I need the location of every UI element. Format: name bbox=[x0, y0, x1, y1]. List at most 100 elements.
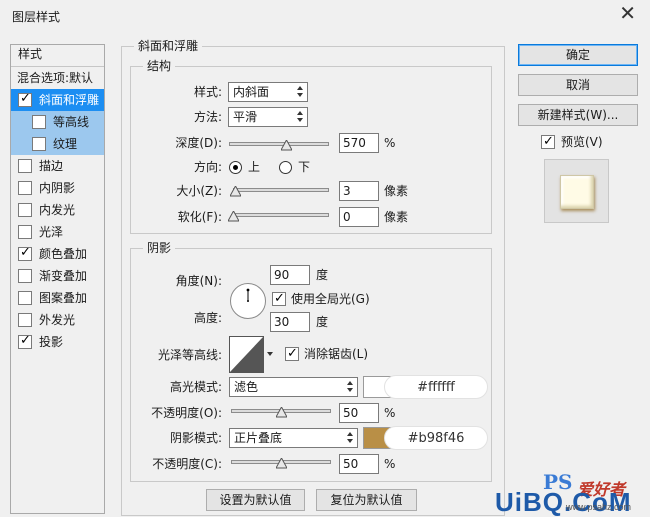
depth-unit: % bbox=[384, 136, 396, 150]
ok-button[interactable]: 确定 bbox=[518, 44, 638, 66]
shadow-mode-select[interactable]: 正片叠底 bbox=[229, 428, 358, 448]
style-item-checkbox[interactable] bbox=[18, 159, 32, 173]
style-item-checkbox[interactable] bbox=[18, 269, 32, 283]
slider-thumb-icon[interactable] bbox=[276, 458, 287, 469]
style-item-checkbox[interactable] bbox=[18, 291, 32, 305]
style-item-label: 描边 bbox=[39, 159, 64, 173]
style-item-checkbox[interactable] bbox=[18, 90, 32, 108]
style-item-checkbox[interactable] bbox=[18, 313, 32, 327]
slider-thumb-icon[interactable] bbox=[281, 140, 292, 151]
global-light-label[interactable]: 使用全局光(G) bbox=[291, 289, 370, 309]
depth-input[interactable]: 570 bbox=[339, 133, 379, 153]
contour-curve-icon bbox=[229, 336, 273, 373]
style-item[interactable]: 颜色叠加 bbox=[11, 243, 104, 265]
soften-slider[interactable] bbox=[228, 209, 329, 223]
title-bar: 图层样式 ✕ bbox=[0, 0, 650, 32]
style-item[interactable]: 内发光 bbox=[11, 199, 104, 221]
style-item-label: 投影 bbox=[39, 335, 64, 349]
style-item-label: 光泽 bbox=[39, 225, 64, 239]
style-item-label: 渐变叠加 bbox=[39, 269, 88, 283]
slider-thumb-icon[interactable] bbox=[229, 186, 241, 197]
style-item[interactable]: 内阴影 bbox=[11, 177, 104, 199]
style-item-label: 颜色叠加 bbox=[39, 247, 88, 261]
highlight-opacity-slider[interactable] bbox=[231, 405, 331, 419]
shadow-opacity-slider[interactable] bbox=[231, 456, 331, 470]
direction-label: 方向: bbox=[193, 160, 222, 174]
styles-list: 样式 混合选项:默认 斜面和浮雕等高线纹理描边内阴影内发光光泽颜色叠加渐变叠加图… bbox=[10, 44, 105, 514]
size-label: 大小(Z): bbox=[176, 184, 222, 198]
highlight-mode-select[interactable]: 滤色 bbox=[229, 377, 358, 397]
preview-checkbox[interactable] bbox=[541, 133, 555, 151]
cancel-button[interactable]: 取消 bbox=[518, 74, 638, 96]
size-unit: 像素 bbox=[384, 184, 409, 198]
style-item[interactable]: 外发光 bbox=[11, 309, 104, 331]
size-slider[interactable] bbox=[229, 184, 329, 198]
close-icon[interactable]: ✕ bbox=[619, 3, 636, 23]
gloss-contour-picker[interactable] bbox=[229, 336, 273, 374]
direction-down-radio[interactable] bbox=[279, 161, 292, 174]
style-item[interactable]: 描边 bbox=[11, 155, 104, 177]
style-item[interactable]: 等高线 bbox=[11, 111, 104, 133]
highlight-opacity-input[interactable]: 50 bbox=[339, 403, 379, 423]
angle-label: 角度(N): bbox=[175, 274, 222, 288]
slider-thumb-icon[interactable] bbox=[276, 407, 287, 418]
global-light-checkbox[interactable] bbox=[272, 290, 286, 308]
style-item-checkbox[interactable] bbox=[18, 203, 32, 217]
shadow-opacity-input[interactable]: 50 bbox=[339, 454, 379, 474]
soften-unit: 像素 bbox=[384, 210, 409, 224]
style-item-label: 斜面和浮雕 bbox=[39, 93, 100, 107]
preview-label[interactable]: 预览(V) bbox=[561, 132, 603, 152]
technique-label: 方法: bbox=[193, 110, 222, 124]
dialog-title: 图层样式 bbox=[12, 10, 61, 24]
highlight-opacity-unit: % bbox=[384, 406, 396, 420]
direction-up-label[interactable]: 上 bbox=[248, 157, 260, 177]
style-item-label: 外发光 bbox=[39, 313, 76, 327]
anti-alias-label[interactable]: 消除锯齿(L) bbox=[304, 344, 368, 364]
style-item-checkbox[interactable] bbox=[18, 181, 32, 195]
depth-label: 深度(D): bbox=[175, 136, 222, 150]
style-select[interactable]: 内斜面 bbox=[228, 82, 308, 102]
technique-select[interactable]: 平滑 bbox=[228, 107, 308, 127]
style-item[interactable]: 投影 bbox=[11, 331, 104, 353]
shadow-opacity-unit: % bbox=[384, 457, 396, 471]
size-input[interactable]: 3 bbox=[339, 181, 379, 201]
style-item[interactable]: 图案叠加 bbox=[11, 287, 104, 309]
direction-up-radio[interactable] bbox=[229, 161, 242, 174]
style-item-checkbox[interactable] bbox=[32, 115, 46, 129]
highlight-mode-label: 高光模式: bbox=[169, 380, 222, 394]
slider-thumb-icon[interactable] bbox=[228, 211, 239, 222]
blend-options-item[interactable]: 混合选项:默认 bbox=[11, 67, 104, 89]
soften-input[interactable]: 0 bbox=[339, 207, 379, 227]
style-item-checkbox[interactable] bbox=[18, 225, 32, 239]
direction-down-label[interactable]: 下 bbox=[298, 157, 310, 177]
altitude-label: 高度: bbox=[193, 311, 222, 325]
set-default-button[interactable]: 设置为默认值 bbox=[206, 489, 305, 511]
shadow-opacity-label: 不透明度(C): bbox=[152, 457, 222, 471]
shadow-mode-label: 阴影模式: bbox=[169, 431, 222, 445]
shadow-hex: #b98f46 bbox=[384, 426, 488, 450]
style-item[interactable]: 渐变叠加 bbox=[11, 265, 104, 287]
altitude-input[interactable]: 30 bbox=[270, 312, 310, 332]
watermark-url: www.psahz.com bbox=[566, 502, 632, 512]
reset-default-button[interactable]: 复位为默认值 bbox=[316, 489, 417, 511]
style-item-checkbox[interactable] bbox=[18, 244, 32, 262]
new-style-button[interactable]: 新建样式(W)... bbox=[518, 104, 638, 126]
style-item[interactable]: 纹理 bbox=[11, 133, 104, 155]
preview-thumbnail bbox=[560, 175, 594, 209]
style-item-label: 内发光 bbox=[39, 203, 76, 217]
anti-alias-checkbox[interactable] bbox=[285, 345, 299, 363]
style-item-checkbox[interactable] bbox=[32, 137, 46, 151]
gloss-contour-label: 光泽等高线: bbox=[157, 348, 222, 362]
style-item-label: 纹理 bbox=[53, 137, 78, 151]
style-item-label: 图案叠加 bbox=[39, 291, 88, 305]
angle-input[interactable]: 90 bbox=[270, 265, 310, 285]
style-item[interactable]: 斜面和浮雕 bbox=[11, 89, 104, 111]
depth-slider[interactable] bbox=[229, 138, 329, 152]
style-item[interactable]: 光泽 bbox=[11, 221, 104, 243]
style-item-label: 内阴影 bbox=[39, 181, 76, 195]
style-item-checkbox[interactable] bbox=[18, 332, 32, 350]
bevel-emboss-title: 斜面和浮雕 bbox=[134, 39, 203, 53]
angle-dial-icon bbox=[246, 288, 250, 302]
angle-dial[interactable] bbox=[230, 283, 266, 319]
structure-title: 结构 bbox=[143, 59, 176, 73]
